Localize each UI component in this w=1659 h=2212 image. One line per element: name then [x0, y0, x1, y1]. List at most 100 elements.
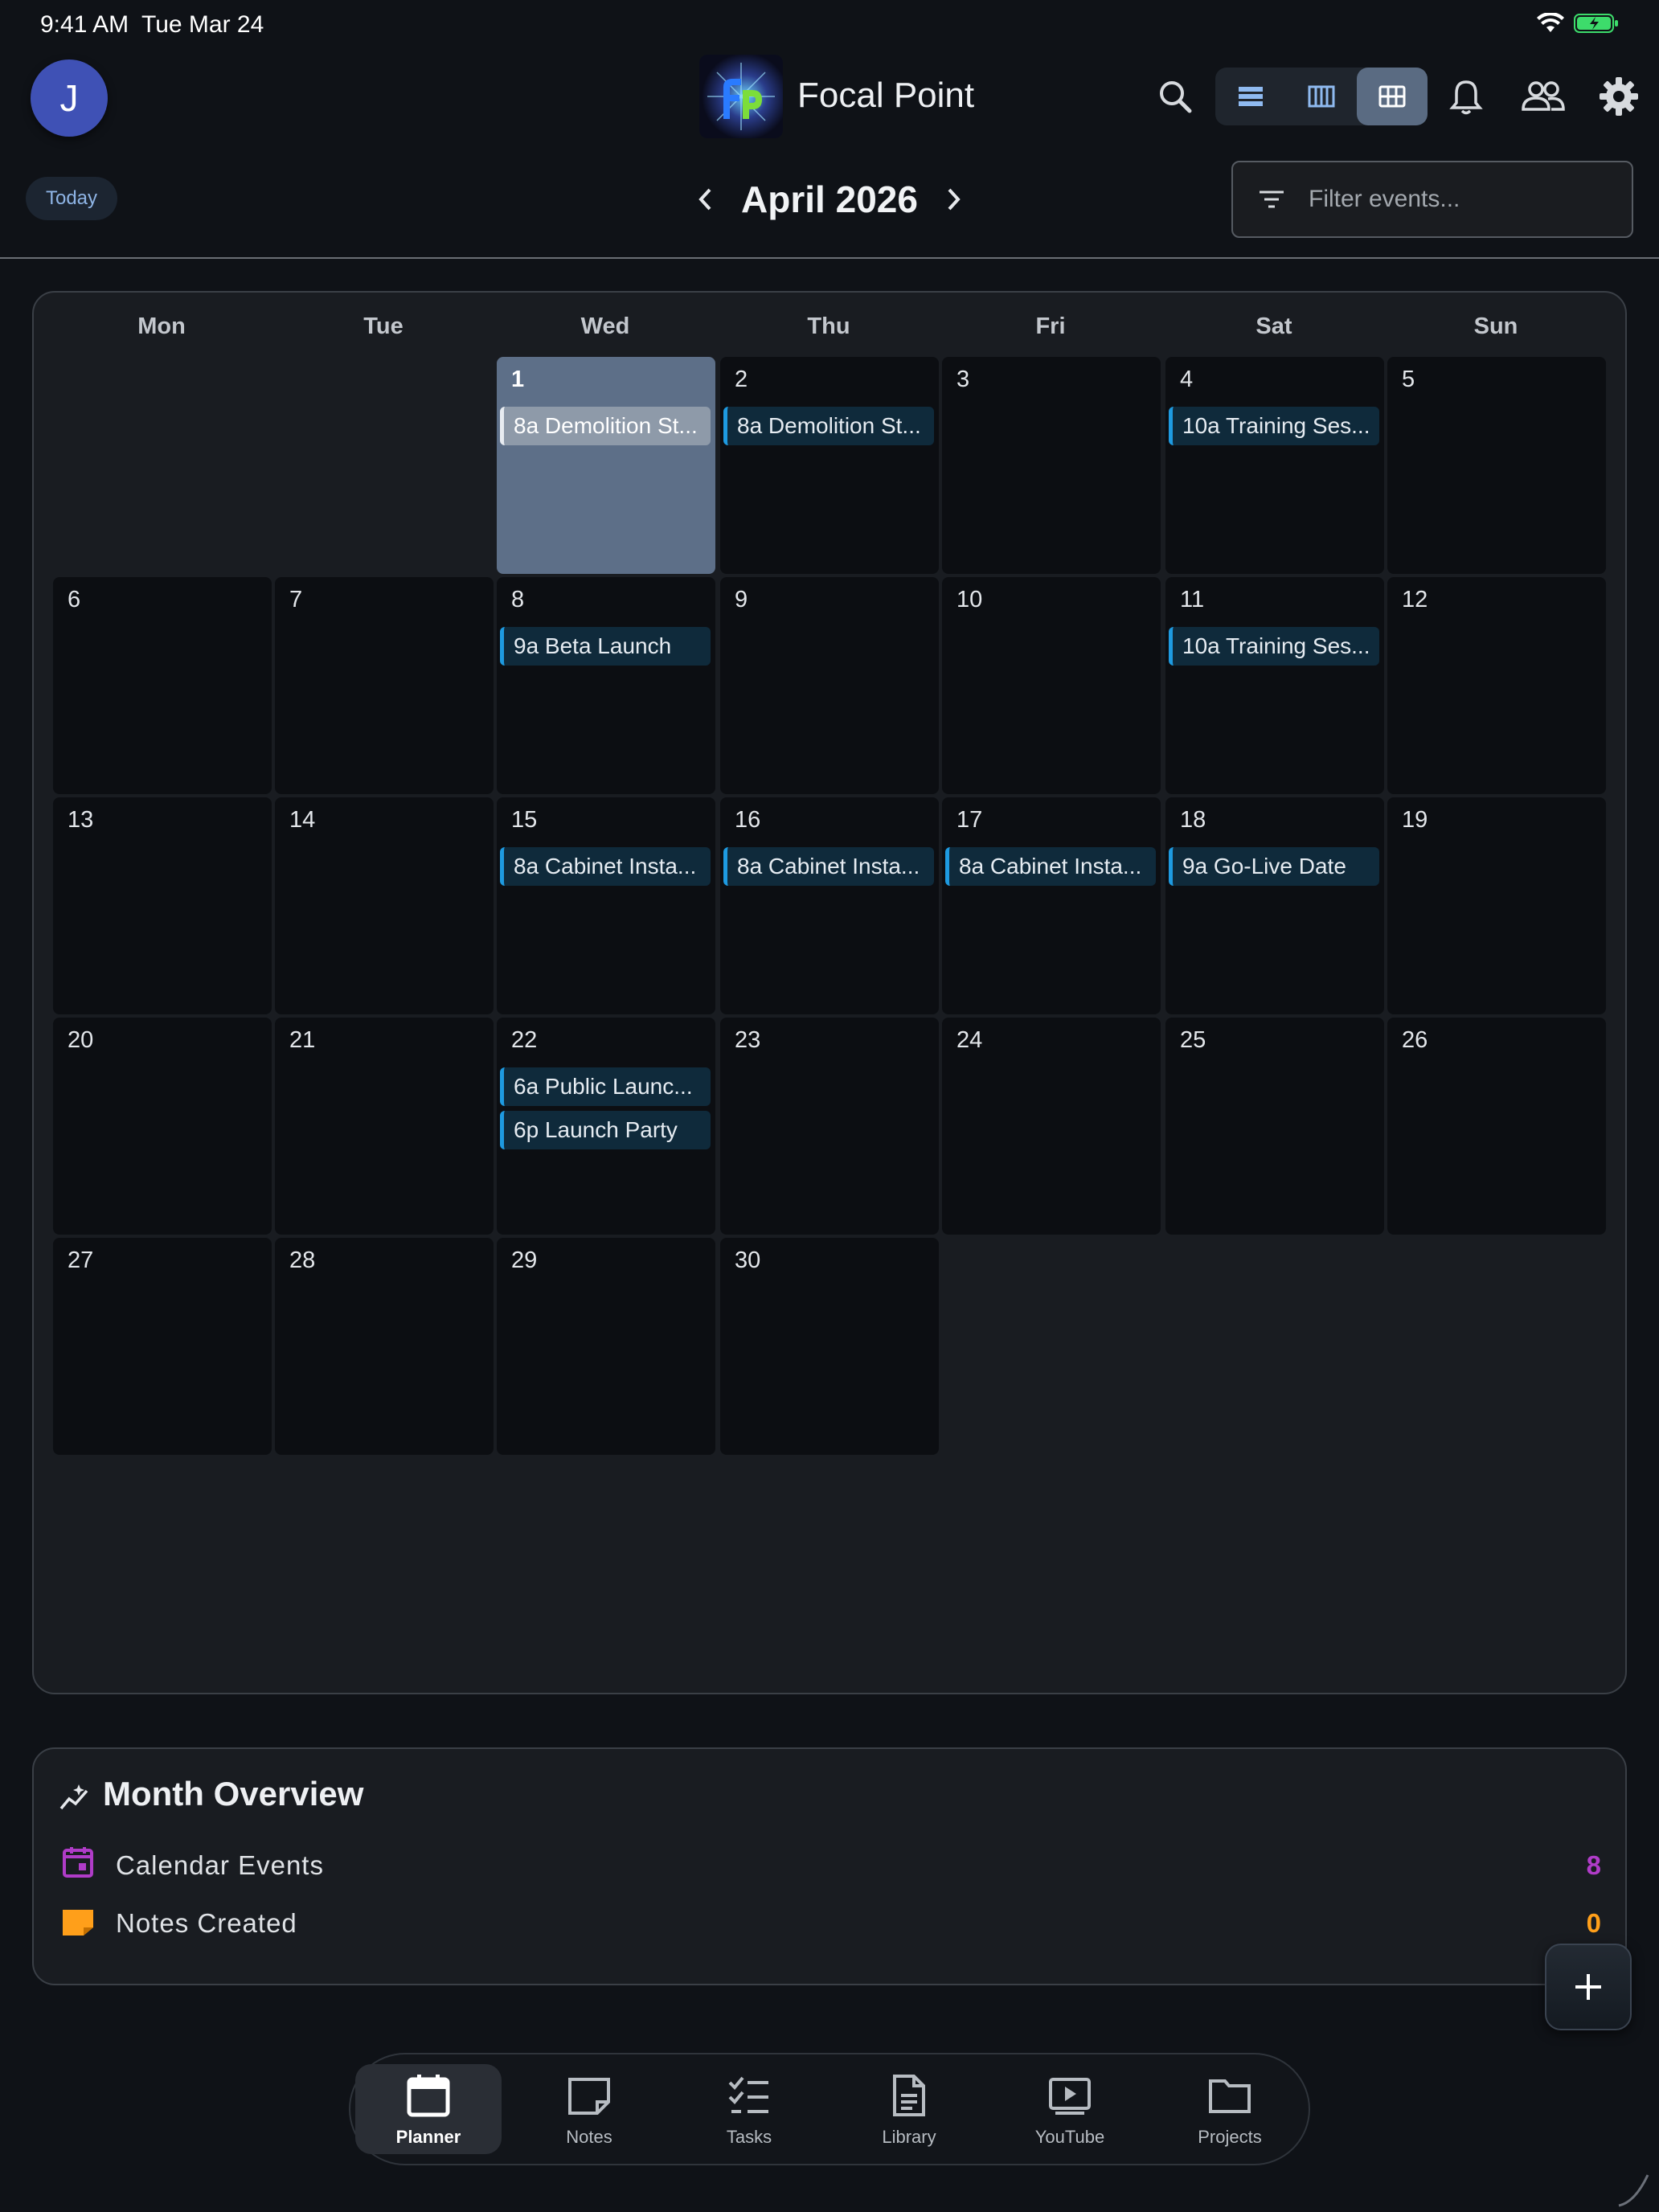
event-chip[interactable]: 9a Go-Live Date: [1169, 847, 1379, 886]
day-cell[interactable]: 7: [275, 577, 494, 794]
overview-count: 8: [1586, 1850, 1601, 1880]
nav-item-youtube[interactable]: YouTube: [997, 2064, 1143, 2154]
day-cell[interactable]: 12: [1387, 577, 1606, 794]
weekday-label: Tue: [363, 313, 403, 339]
month-title: April 2026: [741, 178, 918, 220]
day-number: 7: [289, 587, 303, 612]
day-number: 30: [735, 1247, 761, 1273]
day-cell[interactable]: 24: [942, 1018, 1161, 1235]
nav-item-notes[interactable]: Notes: [516, 2064, 662, 2154]
day-number: 8: [511, 587, 525, 612]
day-number: 21: [289, 1027, 316, 1053]
day-cell[interactable]: 30: [720, 1238, 939, 1455]
day-cell[interactable]: 1 8a Demolition St...: [497, 357, 715, 574]
day-number: 17: [956, 807, 983, 833]
day-cell[interactable]: 4 10a Training Ses...: [1165, 357, 1384, 574]
search-icon[interactable]: [1148, 69, 1202, 124]
day-number: 22: [511, 1027, 538, 1053]
nav-label: YouTube: [1034, 2127, 1105, 2147]
day-cell[interactable]: 28: [275, 1238, 494, 1455]
avatar[interactable]: J: [31, 59, 108, 137]
day-cell[interactable]: 2 8a Demolition St...: [720, 357, 939, 574]
day-number: 11: [1180, 587, 1205, 612]
day-number: 5: [1402, 367, 1415, 392]
filter-icon: [1256, 189, 1288, 210]
add-button[interactable]: [1545, 1944, 1632, 2030]
day-number: 9: [735, 587, 748, 612]
note-icon: [61, 1905, 95, 1939]
event-chip[interactable]: 6p Launch Party: [500, 1111, 711, 1149]
day-number: 26: [1402, 1027, 1428, 1053]
people-icon[interactable]: [1516, 69, 1571, 124]
header-divider: [0, 257, 1659, 259]
folder-icon: [1205, 2071, 1255, 2120]
day-number: 27: [68, 1247, 94, 1273]
event-chip[interactable]: 6a Public Launc...: [500, 1067, 711, 1106]
day-cell[interactable]: 14: [275, 797, 494, 1014]
day-cell[interactable]: 27: [53, 1238, 272, 1455]
nav-item-planner[interactable]: Planner: [355, 2064, 502, 2154]
day-cell[interactable]: 9: [720, 577, 939, 794]
day-cell[interactable]: 29: [497, 1238, 715, 1455]
prev-month-button[interactable]: [690, 177, 722, 222]
event-chip[interactable]: 8a Cabinet Insta...: [500, 847, 711, 886]
day-number: 18: [1180, 807, 1206, 833]
day-number: 13: [68, 807, 94, 833]
nav-item-projects[interactable]: Projects: [1157, 2064, 1303, 2154]
day-cell[interactable]: 6: [53, 577, 272, 794]
app-title: Focal Point: [797, 76, 975, 115]
month-view-icon: [1378, 85, 1406, 108]
event-chip[interactable]: 8a Cabinet Insta...: [945, 847, 1156, 886]
bell-icon[interactable]: [1439, 69, 1493, 124]
day-number: 29: [511, 1247, 538, 1273]
nav-label: Tasks: [726, 2127, 772, 2147]
day-cell[interactable]: 26: [1387, 1018, 1606, 1235]
overview-label: Notes Created: [116, 1908, 297, 1938]
filter-input[interactable]: [1309, 186, 1614, 213]
day-cell[interactable]: 17 8a Cabinet Insta...: [942, 797, 1161, 1014]
gear-icon[interactable]: [1591, 69, 1646, 124]
event-chip[interactable]: 9a Beta Launch: [500, 627, 711, 666]
day-cell[interactable]: 5: [1387, 357, 1606, 574]
day-cell[interactable]: 20: [53, 1018, 272, 1235]
day-number: 25: [1180, 1027, 1206, 1053]
nav-item-library[interactable]: Library: [836, 2064, 982, 2154]
event-chip[interactable]: 10a Training Ses...: [1169, 627, 1379, 666]
event-chip[interactable]: 8a Demolition St...: [500, 407, 711, 445]
day-cell[interactable]: 22 6a Public Launc... 6p Launch Party: [497, 1018, 715, 1235]
checklist-icon: [724, 2071, 774, 2120]
event-chip[interactable]: 8a Demolition St...: [723, 407, 934, 445]
filter-field[interactable]: [1231, 161, 1633, 238]
day-cell[interactable]: 8 9a Beta Launch: [497, 577, 715, 794]
day-cell[interactable]: 21: [275, 1018, 494, 1235]
day-number: 15: [511, 807, 538, 833]
event-chip[interactable]: 10a Training Ses...: [1169, 407, 1379, 445]
month-view-button[interactable]: [1357, 68, 1428, 125]
day-cell[interactable]: 25: [1165, 1018, 1384, 1235]
day-number: 20: [68, 1027, 94, 1053]
nav-item-tasks[interactable]: Tasks: [676, 2064, 822, 2154]
list-view-button[interactable]: [1215, 68, 1286, 125]
day-cell[interactable]: 18 9a Go-Live Date: [1165, 797, 1384, 1014]
event-chip[interactable]: 8a Cabinet Insta...: [723, 847, 934, 886]
day-cell[interactable]: 11 10a Training Ses...: [1165, 577, 1384, 794]
day-number: 19: [1402, 807, 1428, 833]
day-cell[interactable]: 13: [53, 797, 272, 1014]
day-cell[interactable]: 3: [942, 357, 1161, 574]
day-cell[interactable]: 10: [942, 577, 1161, 794]
week-view-icon: [1308, 85, 1335, 108]
day-cell[interactable]: 16 8a Cabinet Insta...: [720, 797, 939, 1014]
month-overview-title: Month Overview: [103, 1775, 364, 1813]
week-view-button[interactable]: [1286, 68, 1357, 125]
day-cell[interactable]: 23: [720, 1018, 939, 1235]
day-number: 24: [956, 1027, 983, 1053]
day-number: 4: [1180, 367, 1194, 392]
weekday-label: Fri: [1035, 313, 1066, 339]
today-button[interactable]: Today: [26, 177, 117, 220]
day-number: 16: [735, 807, 761, 833]
day-cell[interactable]: 19: [1387, 797, 1606, 1014]
next-month-button[interactable]: [937, 177, 969, 222]
day-cell[interactable]: 15 8a Cabinet Insta...: [497, 797, 715, 1014]
calendar-icon: [61, 1845, 95, 1879]
weekday-label: Mon: [137, 313, 186, 339]
